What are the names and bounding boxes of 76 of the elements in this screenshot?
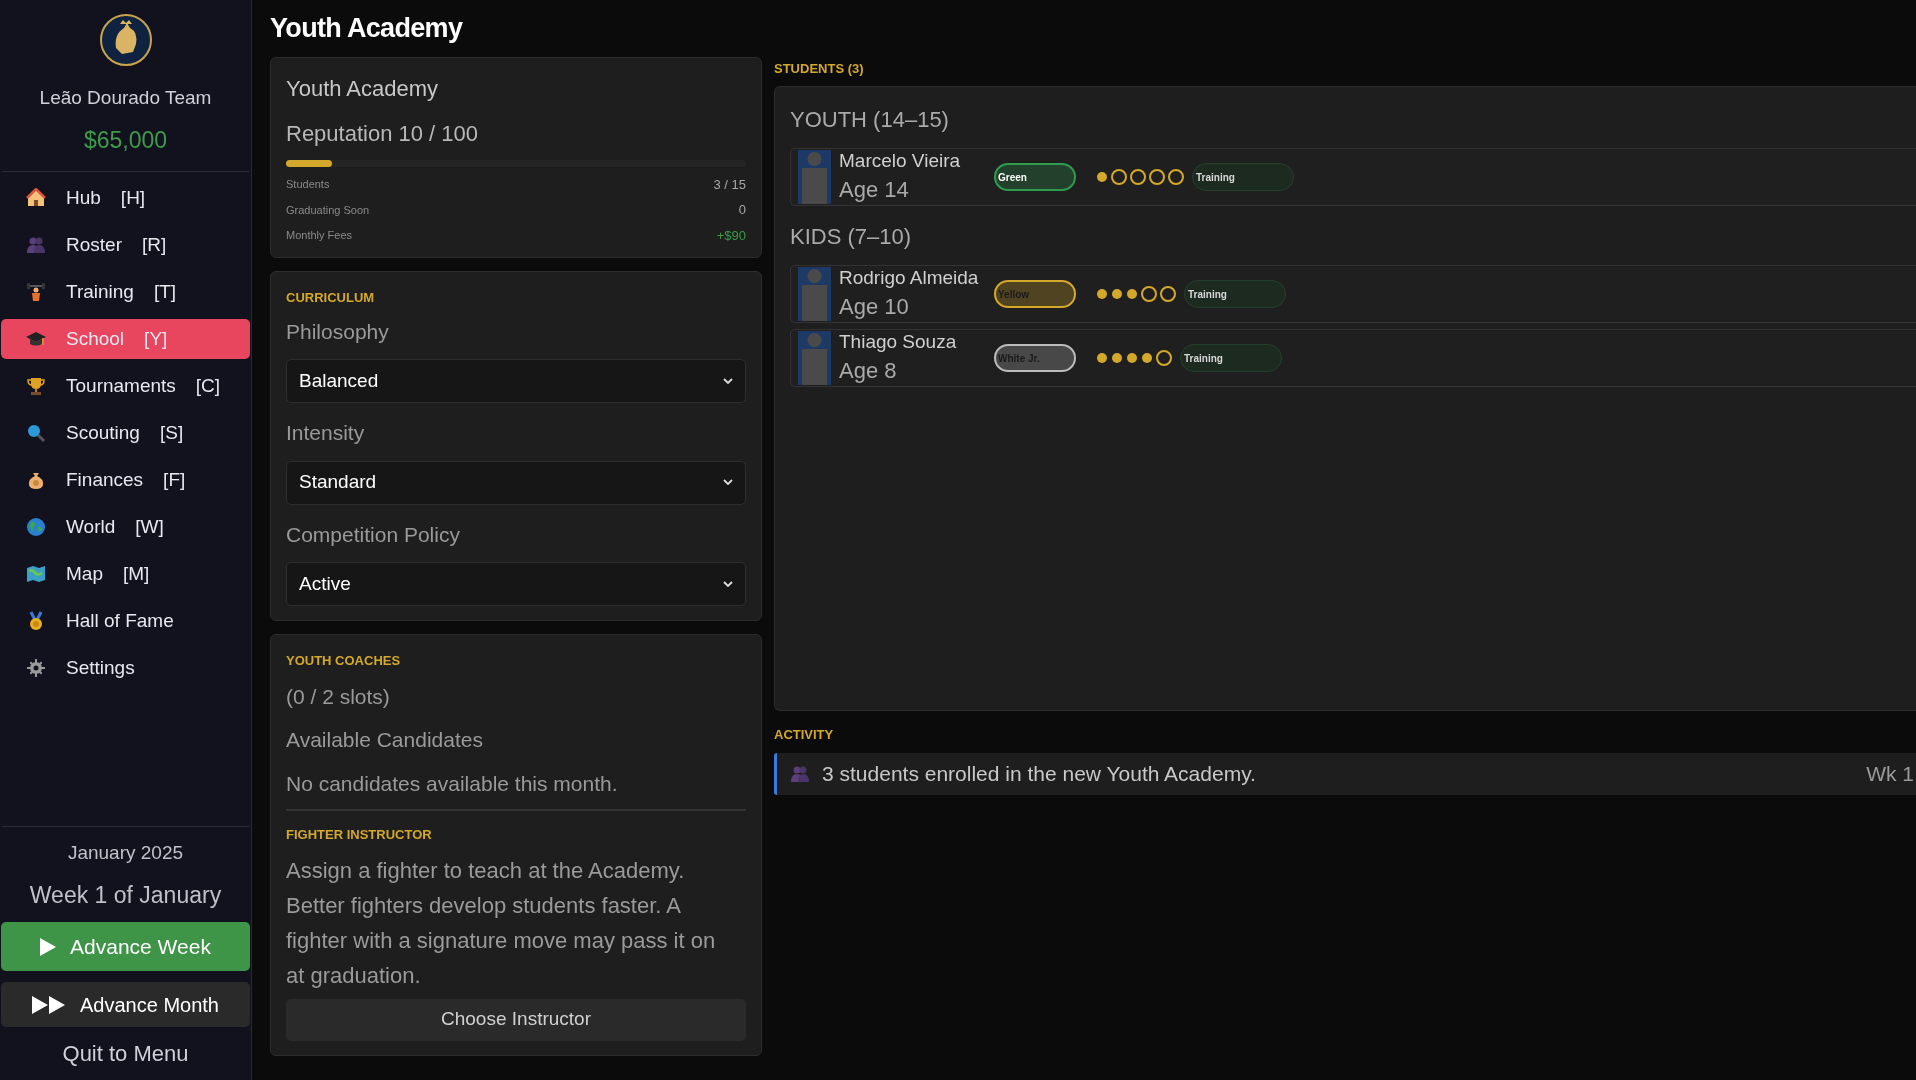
chevron-down-icon xyxy=(723,377,733,385)
people-icon xyxy=(790,764,810,783)
section-heading: FIGHTER INSTRUCTOR xyxy=(286,826,433,844)
fast-forward-icon xyxy=(32,995,66,1014)
nav-item[interactable]: Roster [R] xyxy=(1,225,250,265)
stat-label: Students xyxy=(286,177,330,192)
reputation-label: Reputation 10 / 100 xyxy=(286,119,480,148)
stat-value: 0 xyxy=(738,201,746,219)
section-heading: YOUTH COACHES xyxy=(286,652,402,670)
map-icon xyxy=(26,564,46,584)
avatar-icon xyxy=(798,150,831,204)
belt-badge: Green xyxy=(994,163,1076,191)
card-title: Youth Academy xyxy=(286,74,440,103)
dropdown[interactable]: Active xyxy=(286,562,746,606)
advance-month-button[interactable]: Advance Month xyxy=(1,982,250,1027)
student-age: Age 10 xyxy=(839,295,910,320)
stat-value: 3 / 15 xyxy=(713,175,746,194)
nav-item[interactable]: Map [M] xyxy=(1,554,250,594)
stat-label: Graduating Soon xyxy=(286,202,370,218)
logo-icon xyxy=(99,14,152,66)
field-label: Philosophy xyxy=(286,318,390,345)
play-icon xyxy=(40,937,57,956)
advance-week-button[interactable]: Advance Week xyxy=(1,922,250,971)
gear-icon xyxy=(26,658,46,678)
student-name: Thiago Souza xyxy=(839,332,958,354)
field-label: Intensity xyxy=(286,420,366,446)
nav-item[interactable]: World [W] xyxy=(1,507,250,547)
date-label: January 2025 xyxy=(67,841,184,865)
globe-icon xyxy=(26,517,46,537)
nav-item[interactable]: Tournaments [C] xyxy=(1,366,250,406)
dropdown[interactable]: Balanced xyxy=(286,359,746,403)
quit-button[interactable]: Quit to Menu xyxy=(62,1037,189,1070)
status-badge: Training xyxy=(1192,163,1294,191)
student-name: Rodrigo Almeida xyxy=(839,268,980,290)
section-heading: ACTIVITY xyxy=(774,726,835,744)
candidates-heading: Available Candidates xyxy=(286,727,484,753)
status-badge: Training xyxy=(1180,344,1282,372)
status-badge: Training xyxy=(1184,280,1286,308)
activity-text: 3 students enrolled in the new Youth Academy. xyxy=(822,760,1257,787)
stat-value: +$90 xyxy=(716,226,746,245)
student-name: Marcelo Vieira xyxy=(839,151,962,173)
section-heading: CURRICULUM xyxy=(286,289,376,307)
weightlifter-icon xyxy=(26,282,46,302)
house-icon xyxy=(26,188,46,208)
nav-item[interactable]: Hall of Fame xyxy=(1,601,250,641)
chevron-down-icon xyxy=(723,479,733,486)
student-age: Age 14 xyxy=(839,178,910,203)
nav-item[interactable]: Training [T] xyxy=(1,272,250,312)
team-money: $65,000 xyxy=(83,125,168,155)
field-label: Competition Policy xyxy=(286,521,461,548)
dropdown[interactable]: Standard xyxy=(286,460,746,505)
slots-label: (0 / 2 slots) xyxy=(286,683,391,710)
page-title: Youth Academy xyxy=(270,12,464,45)
trophy-icon xyxy=(26,376,46,396)
choose-instructor-button[interactable]: Choose Instructor xyxy=(286,998,746,1041)
nav-item[interactable]: Scouting [S] xyxy=(1,413,250,453)
avatar-icon xyxy=(798,331,831,385)
week-label: Week 1 of January xyxy=(29,880,222,910)
empty-message: No candidates available this month. xyxy=(286,770,619,797)
magnifier-icon xyxy=(26,423,46,443)
student-row[interactable]: Marcelo Vieira Age 14 Green Training xyxy=(790,148,1916,206)
group-heading: YOUTH (14–15) xyxy=(790,106,950,134)
money-bag-icon xyxy=(26,470,46,490)
week-label: Wk 1 xyxy=(1866,760,1915,787)
stat-label: Monthly Fees xyxy=(286,228,353,243)
student-age: Age 8 xyxy=(839,359,898,384)
nav-item[interactable]: Hub [H] xyxy=(1,178,250,218)
people-icon xyxy=(26,235,46,255)
nav-item[interactable]: Finances [F] xyxy=(1,460,250,500)
nav-item[interactable]: Settings xyxy=(1,648,250,688)
section-heading: STUDENTS (3) xyxy=(774,59,865,78)
avatar-icon xyxy=(798,267,831,321)
chevron-down-icon xyxy=(723,580,733,588)
group-heading: KIDS (7–10) xyxy=(790,223,913,251)
instructor-description: Assign a fighter to teach at the Academy. Better fighters develop students faster. A fighter with a signature move may pass it on at graduation. xyxy=(286,856,717,990)
team-name: Leão Dourado Team xyxy=(39,86,212,110)
